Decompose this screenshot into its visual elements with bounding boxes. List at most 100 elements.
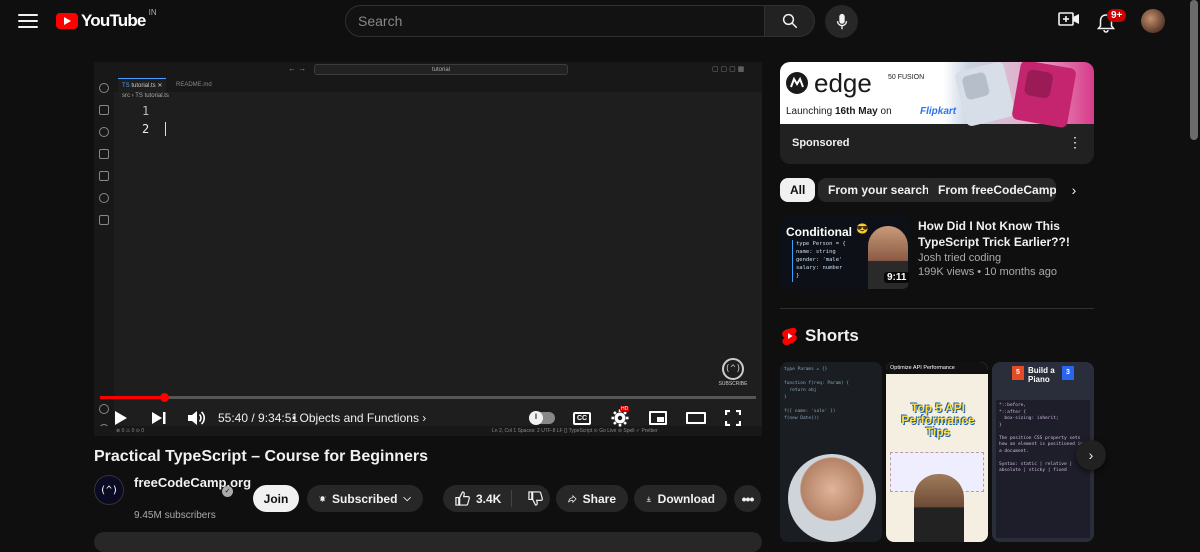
- search-input[interactable]: [358, 13, 752, 29]
- ad-banner[interactable]: edge 50 FUSION Launching 16th May on Fli…: [780, 62, 1094, 129]
- chips-next-button[interactable]: ›: [1064, 180, 1084, 200]
- motorola-logo-icon: [786, 72, 808, 94]
- hd-badge: HD: [620, 406, 630, 412]
- explorer-icon: [99, 105, 109, 115]
- channel-avatar[interactable]: (^): [94, 475, 124, 505]
- freecodecamp-logo-icon: (^): [99, 484, 119, 496]
- join-button[interactable]: Join: [253, 485, 299, 512]
- share-button[interactable]: Share: [556, 485, 628, 512]
- pause-toggle-icon: ǁ: [529, 411, 555, 425]
- microphone-icon: [836, 13, 847, 29]
- scrubber-handle[interactable]: [159, 393, 169, 402]
- chip-from-channel[interactable]: From freeCodeCamp.org: [928, 178, 1056, 202]
- editor-title-bar: ← → tutorial ▢ ▢ ▢ ▦: [94, 62, 762, 78]
- mute-button[interactable]: [184, 407, 208, 429]
- shorts-next-button[interactable]: ›: [1076, 440, 1106, 470]
- section-divider: [780, 308, 1094, 309]
- chip-from-your-search[interactable]: From your search: [818, 178, 940, 202]
- chapter-button[interactable]: • Objects and Functions ›: [292, 411, 426, 425]
- presenter-image: [914, 474, 964, 542]
- scrollbar-thumb[interactable]: [1190, 0, 1198, 140]
- miniplayer-icon: [649, 411, 667, 425]
- subscribed-label: Subscribed: [332, 491, 398, 506]
- download-button[interactable]: Download: [634, 485, 727, 512]
- settings-button[interactable]: HD: [608, 406, 632, 429]
- editor-activity-bar: [94, 78, 114, 436]
- recommended-channel[interactable]: Josh tried coding: [918, 252, 1001, 264]
- more-horizontal-icon: •••: [741, 490, 755, 507]
- more-actions-button[interactable]: •••: [734, 485, 761, 512]
- search-button[interactable]: [765, 5, 815, 37]
- tab-readme-md: README.md: [176, 82, 212, 88]
- thumbs-up-icon: [455, 491, 470, 506]
- miniplayer-button[interactable]: [646, 407, 670, 429]
- progress-bar[interactable]: [100, 396, 756, 399]
- thumbs-down-icon: [528, 491, 544, 506]
- chip-all[interactable]: All: [780, 178, 816, 202]
- video-player[interactable]: ← → tutorial ▢ ▢ ▢ ▦ TS tutorial.ts ✕ RE…: [94, 62, 762, 436]
- theater-mode-button[interactable]: [684, 407, 708, 429]
- duration-badge: 9:11: [884, 272, 910, 283]
- editor-tabs: TS tutorial.ts ✕ README.md: [114, 78, 762, 92]
- channel-watermark[interactable]: (^) SUBSCRIBE: [716, 358, 750, 388]
- flipkart-logo: Flipkart: [920, 106, 957, 117]
- channel-name[interactable]: freeCodeCamp.org: [134, 475, 251, 491]
- play-button[interactable]: [110, 407, 132, 429]
- chevron-right-icon: ›: [1088, 447, 1094, 463]
- skip-next-icon: [152, 412, 166, 424]
- recommended-title[interactable]: How Did I Not Know This TypeScript Trick…: [918, 218, 1088, 250]
- search-icon: [782, 13, 797, 29]
- youtube-logo[interactable]: YouTube IN: [56, 8, 157, 32]
- subscribed-button[interactable]: Subscribed ⌵: [307, 485, 423, 512]
- voice-search-button[interactable]: [825, 5, 858, 38]
- sponsored-label: Sponsored: [792, 137, 850, 149]
- tab-tutorial-ts: TS tutorial.ts ✕: [118, 78, 167, 92]
- source-control-icon: [99, 127, 109, 137]
- ad-card[interactable]: edge 50 FUSION Launching 16th May on Fli…: [780, 62, 1094, 164]
- play-icon: [115, 411, 127, 425]
- create-button[interactable]: [1058, 10, 1080, 30]
- chevron-down-icon: ⌵: [403, 493, 411, 504]
- run-debug-icon: [99, 149, 109, 159]
- shorts-heading: Shorts: [805, 326, 859, 345]
- command-center: tutorial: [314, 64, 568, 75]
- ad-brand-sub: 50 FUSION: [888, 74, 925, 81]
- short-caption: Build a Piano: [1028, 366, 1055, 384]
- description-box[interactable]: [94, 532, 762, 552]
- next-button[interactable]: [148, 407, 170, 429]
- chapter-title: Objects and Functions: [299, 411, 419, 425]
- ad-more-button[interactable]: ⋮: [1068, 134, 1082, 151]
- logo-text: YouTube: [81, 11, 146, 30]
- html5-icon: 5: [1012, 366, 1024, 380]
- country-code: IN: [148, 8, 157, 17]
- subscriber-count: 9.45M subscribers: [134, 510, 216, 521]
- recommended-meta: 199K views • 10 months ago: [918, 266, 1057, 278]
- fullscreen-icon: [725, 410, 741, 426]
- shorts-icon: [781, 327, 798, 346]
- like-button[interactable]: 3.4K: [443, 490, 513, 507]
- account-avatar[interactable]: [1141, 9, 1165, 33]
- phone-image: [1011, 62, 1077, 129]
- dislike-button[interactable]: [518, 491, 553, 506]
- extensions-icon: [99, 171, 109, 181]
- short-item[interactable]: Optimize API Performance Top 5 API Perfo…: [886, 362, 988, 542]
- layout-icons: ▢ ▢ ▢ ▦: [712, 66, 745, 73]
- line-number: 1: [142, 104, 150, 118]
- short-code-thumbnail: type Params = {} function f(req: Param) {…: [784, 367, 850, 421]
- css3-icon: 3: [1062, 366, 1074, 380]
- time-display: 55:40 / 9:34:51: [218, 411, 299, 425]
- short-item[interactable]: type Params = {} function f(req: Param) {…: [780, 362, 882, 542]
- fullscreen-button[interactable]: [721, 407, 745, 429]
- short-code-thumbnail: *::before, *::after { box-sizing: inherit…: [996, 400, 1090, 538]
- subtitles-button[interactable]: CC: [570, 407, 594, 429]
- youtube-play-icon: [56, 13, 78, 29]
- search-box[interactable]: [345, 5, 765, 37]
- bell-ring-icon: [319, 495, 326, 502]
- ad-brand-title: edge: [814, 68, 872, 98]
- search-icon: [99, 83, 109, 93]
- guide-menu-button[interactable]: [14, 10, 42, 32]
- verified-badge-icon: ✓: [222, 486, 233, 497]
- autoplay-toggle[interactable]: ǁ: [528, 407, 556, 429]
- nav-arrows-icon: ← →: [288, 64, 307, 73]
- editor-breadcrumb: src › TS tutorial.ts: [122, 93, 169, 99]
